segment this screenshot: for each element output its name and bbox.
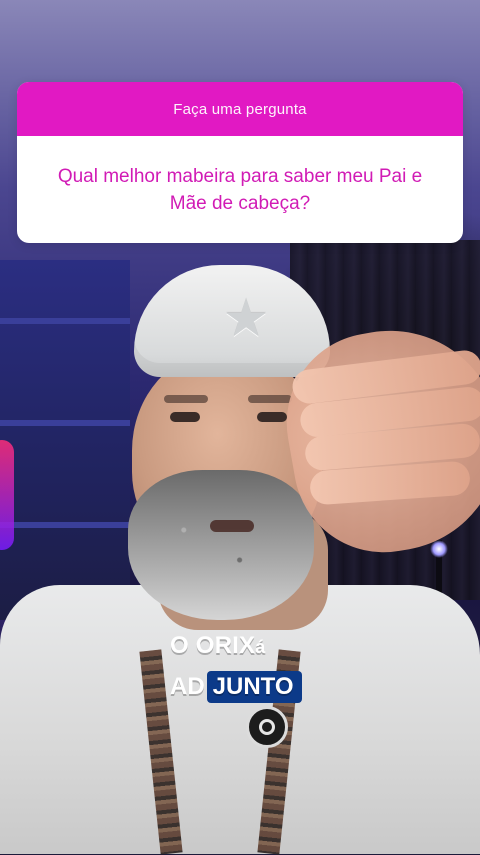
caption-line-1: O ORIXá	[170, 632, 265, 660]
question-sticker[interactable]: Faça uma pergunta Qual melhor mabeira pa…	[17, 82, 463, 243]
caption-line-1-accent: á	[255, 637, 266, 657]
caption-line-1-main: O ORIX	[170, 632, 256, 659]
left-eyebrow	[164, 395, 208, 403]
pin-icon	[246, 706, 288, 748]
left-eye	[170, 412, 200, 422]
right-eyebrow	[248, 395, 292, 403]
mouth	[210, 520, 254, 532]
caption-highlight: JUNTO	[206, 671, 302, 703]
question-sticker-body: Qual melhor mabeira para saber meu Pai e…	[17, 136, 463, 243]
caption-line-2: AD JUNTO	[170, 671, 302, 703]
caption-line-2-plain: AD	[170, 673, 205, 700]
question-text: Qual melhor mabeira para saber meu Pai e…	[57, 165, 423, 214]
right-eye	[257, 412, 287, 422]
question-sticker-title: Faça uma pergunta	[173, 100, 307, 118]
beard	[128, 470, 314, 620]
star-icon: ★	[222, 290, 270, 348]
question-sticker-header: Faça uma pergunta	[17, 82, 463, 136]
